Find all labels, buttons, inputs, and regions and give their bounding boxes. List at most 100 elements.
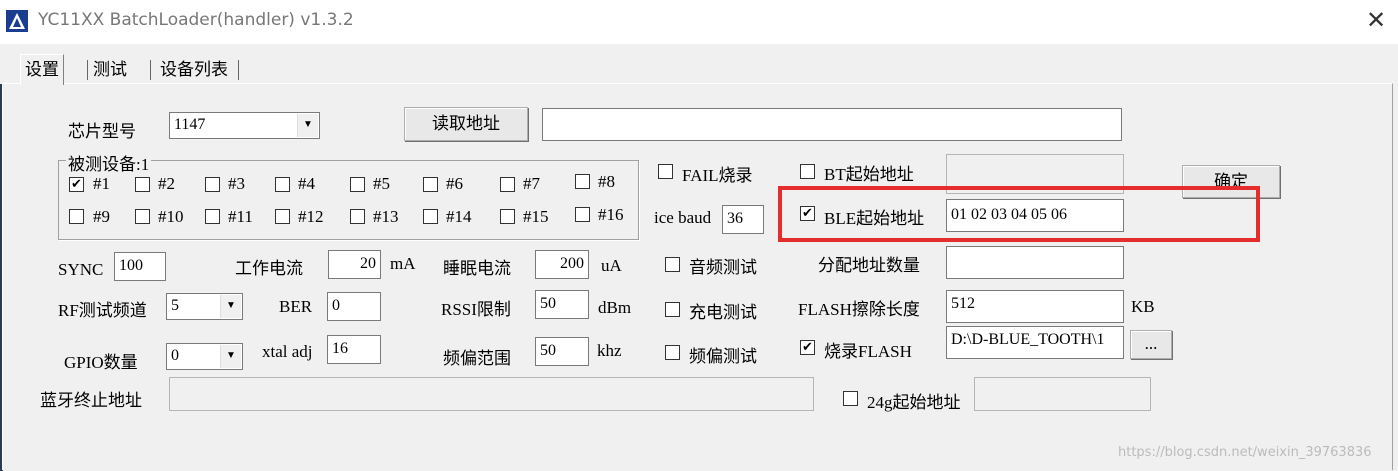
- burn-flash-label: 烧录FLASH: [824, 342, 912, 361]
- device-6-label: #6: [446, 174, 463, 193]
- burn-flash-checkbox[interactable]: ✔: [800, 340, 815, 355]
- window-title: YC11XX BatchLoader(handler) v1.3.2: [38, 10, 354, 30]
- rf-channel-label: RF测试频道: [58, 301, 147, 320]
- charge-test-checkbox[interactable]: [665, 302, 680, 317]
- fail-burn-label: FAIL烧录: [682, 166, 753, 185]
- bt-start-label: BT起始地址: [824, 165, 914, 184]
- rssi-input[interactable]: 50: [535, 290, 589, 319]
- device-8-label: #8: [598, 172, 615, 191]
- device-1-label: #1: [93, 174, 110, 193]
- device-3-checkbox[interactable]: [205, 177, 220, 192]
- device-14-checkbox[interactable]: [423, 209, 438, 224]
- device-2-label: #2: [158, 174, 175, 193]
- fail-burn-checkbox[interactable]: [658, 164, 673, 179]
- audio-test-label: 音频测试: [689, 258, 757, 277]
- tab-settings[interactable]: 设置: [20, 54, 64, 85]
- tab-separator: [87, 60, 88, 80]
- device-2-checkbox[interactable]: [135, 177, 150, 192]
- freq-range-label: 频偏范围: [443, 349, 511, 368]
- gpio-value: 0: [171, 347, 179, 364]
- read-address-button[interactable]: 读取地址: [404, 107, 528, 141]
- work-current-label: 工作电流: [235, 259, 303, 278]
- device-15-label: #15: [523, 207, 549, 226]
- gpio-label: GPIO数量: [64, 353, 138, 372]
- device-6-checkbox[interactable]: [423, 177, 438, 192]
- bt-end-label: 蓝牙终止地址: [40, 391, 142, 410]
- device-7-label: #7: [523, 174, 540, 193]
- work-current-input[interactable]: 20: [328, 250, 381, 279]
- xtal-adj-input[interactable]: 16: [327, 335, 381, 364]
- 24g-start-input[interactable]: [974, 377, 1151, 411]
- freq-test-checkbox[interactable]: [665, 345, 680, 360]
- rf-channel-value: 5: [171, 297, 179, 314]
- device-13-label: #13: [373, 207, 399, 226]
- tab-device-list[interactable]: 设备列表: [156, 58, 232, 82]
- device-4-label: #4: [298, 174, 315, 193]
- chip-type-select[interactable]: 1147 ▼: [169, 112, 320, 139]
- chip-type-label: 芯片型号: [68, 122, 136, 141]
- flash-path-input[interactable]: D:\D-BLUE_TOOTH\1: [946, 326, 1124, 359]
- bt-start-checkbox[interactable]: [800, 164, 815, 179]
- device-5-label: #5: [373, 174, 390, 193]
- rssi-unit: dBm: [598, 298, 632, 317]
- charge-test-label: 充电测试: [689, 303, 757, 322]
- device-13-checkbox[interactable]: [350, 209, 365, 224]
- device-15-checkbox[interactable]: [500, 209, 515, 224]
- device-group-title: 被测设备:1: [66, 150, 152, 175]
- sleep-current-input[interactable]: 200: [535, 250, 589, 279]
- device-7-checkbox[interactable]: [500, 177, 515, 192]
- device-1-checkbox[interactable]: ✔: [69, 177, 84, 192]
- chevron-down-icon[interactable]: ▼: [220, 295, 241, 318]
- audio-test-checkbox[interactable]: [665, 257, 680, 272]
- work-current-unit: mA: [390, 254, 416, 273]
- chip-type-value: 1147: [174, 116, 206, 133]
- device-12-checkbox[interactable]: [275, 209, 290, 224]
- device-9-checkbox[interactable]: [69, 209, 84, 224]
- device-12-label: #12: [298, 207, 324, 226]
- alloc-count-input[interactable]: [946, 246, 1124, 279]
- tab-test[interactable]: 测试: [89, 58, 131, 82]
- flash-erase-unit: KB: [1131, 297, 1155, 316]
- device-16-label: #16: [598, 205, 624, 224]
- rssi-label: RSSI限制: [441, 300, 511, 319]
- rf-channel-select[interactable]: 5 ▼: [166, 293, 243, 320]
- chevron-down-icon[interactable]: ▼: [297, 114, 318, 137]
- watermark: https://blog.csdn.net/weixin_39763836: [1118, 445, 1372, 460]
- ber-input[interactable]: 0: [327, 292, 381, 321]
- bt-end-input[interactable]: [169, 377, 814, 411]
- read-address-field[interactable]: [542, 108, 1122, 141]
- ice-baud-label: ice baud: [654, 208, 712, 227]
- 24g-start-checkbox[interactable]: [843, 391, 858, 406]
- device-4-checkbox[interactable]: [275, 177, 290, 192]
- chevron-down-icon[interactable]: ▼: [220, 345, 241, 368]
- ice-baud-input[interactable]: 36: [722, 205, 764, 234]
- device-14-label: #14: [446, 207, 472, 226]
- flash-erase-input[interactable]: 512: [946, 290, 1124, 323]
- sleep-current-unit: uA: [601, 256, 622, 275]
- app-icon: [6, 10, 28, 32]
- highlight-box: [778, 186, 1260, 242]
- device-11-checkbox[interactable]: [205, 209, 220, 224]
- device-9-label: #9: [93, 207, 110, 226]
- browse-button[interactable]: ...: [1130, 330, 1172, 359]
- sync-label: SYNC: [58, 260, 104, 279]
- flash-erase-label: FLASH擦除长度: [798, 300, 920, 319]
- device-16-checkbox[interactable]: [575, 207, 590, 222]
- device-10-label: #10: [158, 207, 184, 226]
- device-8-checkbox[interactable]: [575, 174, 590, 189]
- tab-separator: [238, 60, 239, 80]
- tab-separator: [150, 60, 151, 80]
- close-icon[interactable]: ✕: [1366, 6, 1386, 34]
- device-5-checkbox[interactable]: [350, 177, 365, 192]
- 24g-start-label: 24g起始地址: [867, 393, 961, 412]
- device-11-label: #11: [228, 207, 253, 226]
- sync-input[interactable]: 100: [114, 252, 166, 281]
- device-3-label: #3: [228, 174, 245, 193]
- xtal-adj-label: xtal adj: [262, 342, 313, 361]
- sleep-current-label: 睡眠电流: [443, 259, 511, 278]
- freq-range-input[interactable]: 50: [535, 337, 589, 366]
- gpio-select[interactable]: 0 ▼: [166, 343, 243, 370]
- device-10-checkbox[interactable]: [135, 209, 150, 224]
- freq-test-label: 频偏测试: [689, 347, 757, 366]
- freq-range-unit: khz: [597, 341, 622, 360]
